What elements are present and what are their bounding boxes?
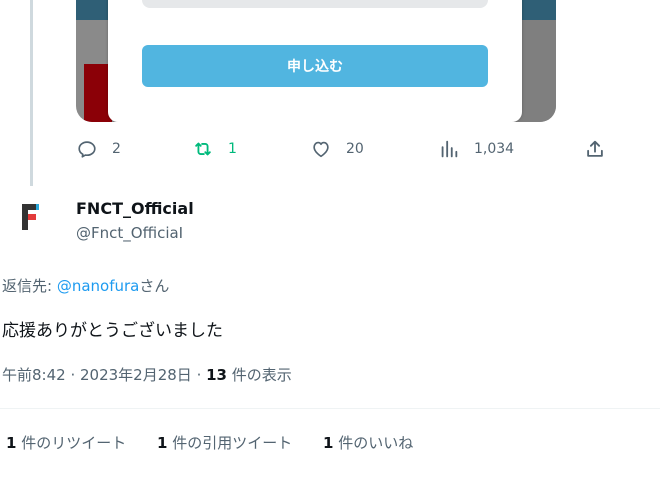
quotes-label: 件の引用ツイート xyxy=(167,434,293,452)
tweet-text: 応援ありがとうございました xyxy=(2,321,223,341)
share-action[interactable] xyxy=(584,138,606,160)
fnct-logo-icon xyxy=(22,204,39,230)
media-form-field xyxy=(142,0,488,8)
views-label: 件の表示 xyxy=(227,366,292,384)
share-icon xyxy=(587,140,603,157)
likes-stat-link[interactable]: 1 件のいいね xyxy=(323,434,413,452)
avatar[interactable] xyxy=(12,196,52,236)
tweet-date[interactable]: 2023年2月28日 xyxy=(80,366,192,384)
analytics-icon xyxy=(441,140,458,158)
retweet-count: 1 xyxy=(228,141,237,157)
reply-to-line: 返信先: @nanofuraさん xyxy=(2,275,169,296)
retweet-action[interactable]: 1 xyxy=(192,138,237,160)
tweet-time[interactable]: 午前8:42 xyxy=(2,366,66,384)
views-total: 13 xyxy=(206,366,227,384)
retweets-stat-link[interactable]: 1 件のリツイート xyxy=(6,434,126,452)
retweet-icon xyxy=(195,142,211,156)
author-display-name[interactable]: FNCT_Official xyxy=(76,199,194,218)
reply-icon xyxy=(78,141,96,158)
embedded-media[interactable]: 申し込む xyxy=(76,0,556,122)
likes-count: 1 xyxy=(323,434,334,452)
reply-to-suffix: さん xyxy=(139,277,170,295)
quotes-count: 1 xyxy=(157,434,168,452)
quotes-stat-link[interactable]: 1 件の引用ツイート xyxy=(157,434,292,452)
like-action[interactable]: 20 xyxy=(310,138,364,160)
media-form-card: 申し込む xyxy=(108,0,522,122)
reply-count: 2 xyxy=(112,141,121,157)
tweet-actions: 2 1 20 1,034 xyxy=(76,138,616,162)
retweets-label: 件のリツイート xyxy=(16,434,127,452)
tweet-meta: 午前8:42 · 2023年2月28日 · 13 件の表示 xyxy=(2,364,292,385)
divider xyxy=(0,408,660,409)
media-band-left xyxy=(76,0,112,20)
engagement-stats: 1 件のリツイート 1 件の引用ツイート 1 件のいいね xyxy=(6,432,439,453)
retweets-count: 1 xyxy=(6,434,17,452)
reply-action[interactable]: 2 xyxy=(76,138,121,160)
like-count: 20 xyxy=(346,141,364,157)
views-action[interactable]: 1,034 xyxy=(438,138,514,160)
views-count: 1,034 xyxy=(474,141,515,157)
reply-mention-link[interactable]: @nanofura xyxy=(57,277,140,295)
meta-separator: · xyxy=(65,366,80,384)
likes-label: 件のいいね xyxy=(333,434,414,452)
thread-line xyxy=(30,0,33,186)
apply-button[interactable]: 申し込む xyxy=(142,45,488,87)
author-handle[interactable]: @Fnct_OfficiaI xyxy=(76,224,183,242)
heart-icon xyxy=(313,141,329,158)
meta-separator-2: · xyxy=(191,366,207,384)
reply-to-prefix: 返信先: xyxy=(2,277,57,295)
